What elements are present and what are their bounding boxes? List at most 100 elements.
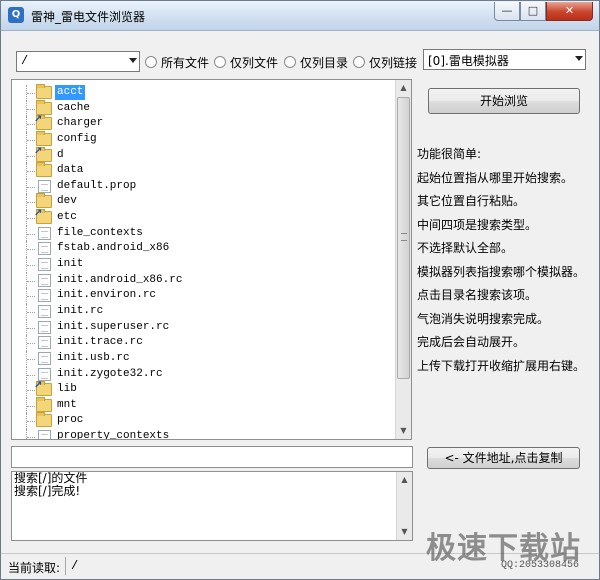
path-combobox-value: / <box>21 54 29 68</box>
tree-connector-line <box>27 405 35 407</box>
help-line: 模拟器列表指搜索哪个模拟器。 <box>417 264 586 279</box>
watermark-logo: 极速下载站 <box>426 531 581 566</box>
file-icon <box>38 258 51 272</box>
folder-icon <box>36 130 52 146</box>
log-scrollbar[interactable]: ▲ ▼ <box>396 472 412 540</box>
tree-scrollbar[interactable]: ▲ ▼ <box>395 80 411 439</box>
help-line: 其它位置自行粘贴。 <box>417 194 526 208</box>
tree-item-label: default.prop <box>57 179 137 192</box>
tree-item-label: mnt <box>57 398 77 411</box>
tree-item-label: d <box>57 148 64 161</box>
help-line: 气泡消失说明搜索完成。 <box>417 311 550 326</box>
tree-connector-line <box>27 233 35 235</box>
tree-connector-line <box>27 108 35 110</box>
folder-icon <box>36 412 52 428</box>
filter-radio-dirs-label: 仅列目录 <box>300 55 349 70</box>
file-icon <box>38 289 51 303</box>
file-icon <box>38 242 51 256</box>
file-icon <box>38 336 51 350</box>
file-icon <box>38 351 51 365</box>
help-line: 起始位置指从哪里开始搜索。 <box>417 170 574 185</box>
chevron-down-icon[interactable] <box>575 56 583 61</box>
log-output[interactable]: 搜索[/]的文件 搜索[/]完成! ▲ ▼ <box>11 471 413 541</box>
emulator-combobox[interactable]: [0].雷电模拟器 <box>423 49 586 70</box>
tree-item-label: proc <box>57 414 84 427</box>
filter-radio-all[interactable]: 所有文件 <box>145 54 209 70</box>
tree-connector-line <box>27 202 35 204</box>
tree-item-label: init.trace.rc <box>57 336 143 349</box>
tree-item-label: property_contexts <box>57 430 170 440</box>
help-line: 功能很简单: <box>417 147 482 161</box>
folder-icon <box>36 162 52 178</box>
folder-icon <box>36 193 52 209</box>
minimize-button[interactable]: — <box>494 2 520 21</box>
tree-connector-line <box>27 311 35 313</box>
chevron-down-icon[interactable] <box>129 58 137 63</box>
file-icon <box>38 320 51 334</box>
scroll-up-arrow-icon[interactable]: ▲ <box>396 80 411 96</box>
status-value: / <box>71 559 79 573</box>
tree-item-label: init.usb.rc <box>57 351 130 364</box>
file-address-input[interactable] <box>11 446 413 468</box>
tree-connector-line <box>27 249 35 251</box>
radio-circle-icon[interactable] <box>284 56 296 68</box>
title-bar[interactable]: Q 雷神_雷电文件浏览器 — □ ✕ <box>1 1 599 31</box>
folder-link-icon <box>34 114 52 131</box>
tree-connector-line <box>27 280 35 282</box>
tree-connector-line <box>27 265 35 267</box>
tree-item-label: config <box>57 132 97 145</box>
file-icon <box>38 430 51 439</box>
help-line: 中间四项是搜索类型。 <box>417 217 538 232</box>
tree-connector-line <box>27 139 35 141</box>
filter-radio-links-label: 仅列链接 <box>369 55 418 70</box>
scrollbar-thumb[interactable] <box>397 97 410 379</box>
scroll-down-arrow-icon[interactable]: ▼ <box>396 423 411 439</box>
scroll-down-arrow-icon[interactable]: ▼ <box>397 524 412 540</box>
tree-item-label: init.zygote32.rc <box>57 367 163 380</box>
radio-circle-icon[interactable] <box>214 56 226 68</box>
file-icon <box>38 304 51 318</box>
tree-connector-line <box>27 327 35 329</box>
tree-connector-line <box>27 186 35 188</box>
tree-connector-line <box>27 374 35 376</box>
tree-item-label: dev <box>57 195 77 208</box>
radio-circle-icon[interactable] <box>145 56 157 68</box>
app-window: Q 雷神_雷电文件浏览器 — □ ✕ / 所有文件 仅列文件 仅列目录 仅列链接… <box>0 0 600 580</box>
tree-connector-line <box>27 343 35 345</box>
folder-icon <box>36 99 52 115</box>
tree-item-label: file_contexts <box>57 226 143 239</box>
log-line: 搜索[/]完成! <box>14 484 81 498</box>
file-icon <box>38 273 51 287</box>
tree-connector-line <box>27 421 35 423</box>
tree-item-label: init.rc <box>57 304 104 317</box>
file-icon <box>38 179 51 193</box>
folder-link-icon <box>34 146 52 162</box>
filter-radio-files[interactable]: 仅列文件 <box>214 54 278 70</box>
start-browse-button[interactable]: 开始浏览 <box>428 88 580 114</box>
folder-link-icon <box>34 380 52 397</box>
tree-connector-line <box>27 93 35 94</box>
help-line: 不选择默认全部。 <box>417 241 514 255</box>
filter-radio-files-label: 仅列文件 <box>230 55 279 70</box>
folder-icon <box>36 396 52 412</box>
help-line: 上传下载打开收缩扩展用右键。 <box>417 358 586 373</box>
help-text: 功能很简单: 起始位置指从哪里开始搜索。 其它位置自行粘贴。 中间四项是搜索类型… <box>417 144 597 379</box>
scroll-up-arrow-icon[interactable]: ▲ <box>397 472 412 488</box>
filter-radio-all-label: 所有文件 <box>161 55 210 70</box>
maximize-button[interactable]: □ <box>520 2 546 21</box>
tree-item-label: cache <box>57 101 91 114</box>
status-label: 当前读取: <box>8 561 61 575</box>
tree-item-label: init.environ.rc <box>57 289 157 302</box>
filter-radio-dirs[interactable]: 仅列目录 <box>284 54 348 70</box>
tree-connector-line <box>27 437 35 439</box>
tree-item-label: etc <box>57 211 77 224</box>
filter-radio-links[interactable]: 仅列链接 <box>353 54 417 70</box>
close-button[interactable]: ✕ <box>546 2 593 21</box>
path-combobox[interactable]: / <box>16 51 140 72</box>
file-tree[interactable]: acctcache charger config d data default.prop d… <box>11 79 412 440</box>
emulator-combobox-value: [0].雷电模拟器 <box>428 54 509 68</box>
radio-circle-icon[interactable] <box>353 56 365 68</box>
window-title: 雷神_雷电文件浏览器 <box>31 10 146 24</box>
copy-address-button[interactable]: <- 文件地址,点击复制 <box>427 447 580 469</box>
tree-item-label: init <box>57 258 84 271</box>
